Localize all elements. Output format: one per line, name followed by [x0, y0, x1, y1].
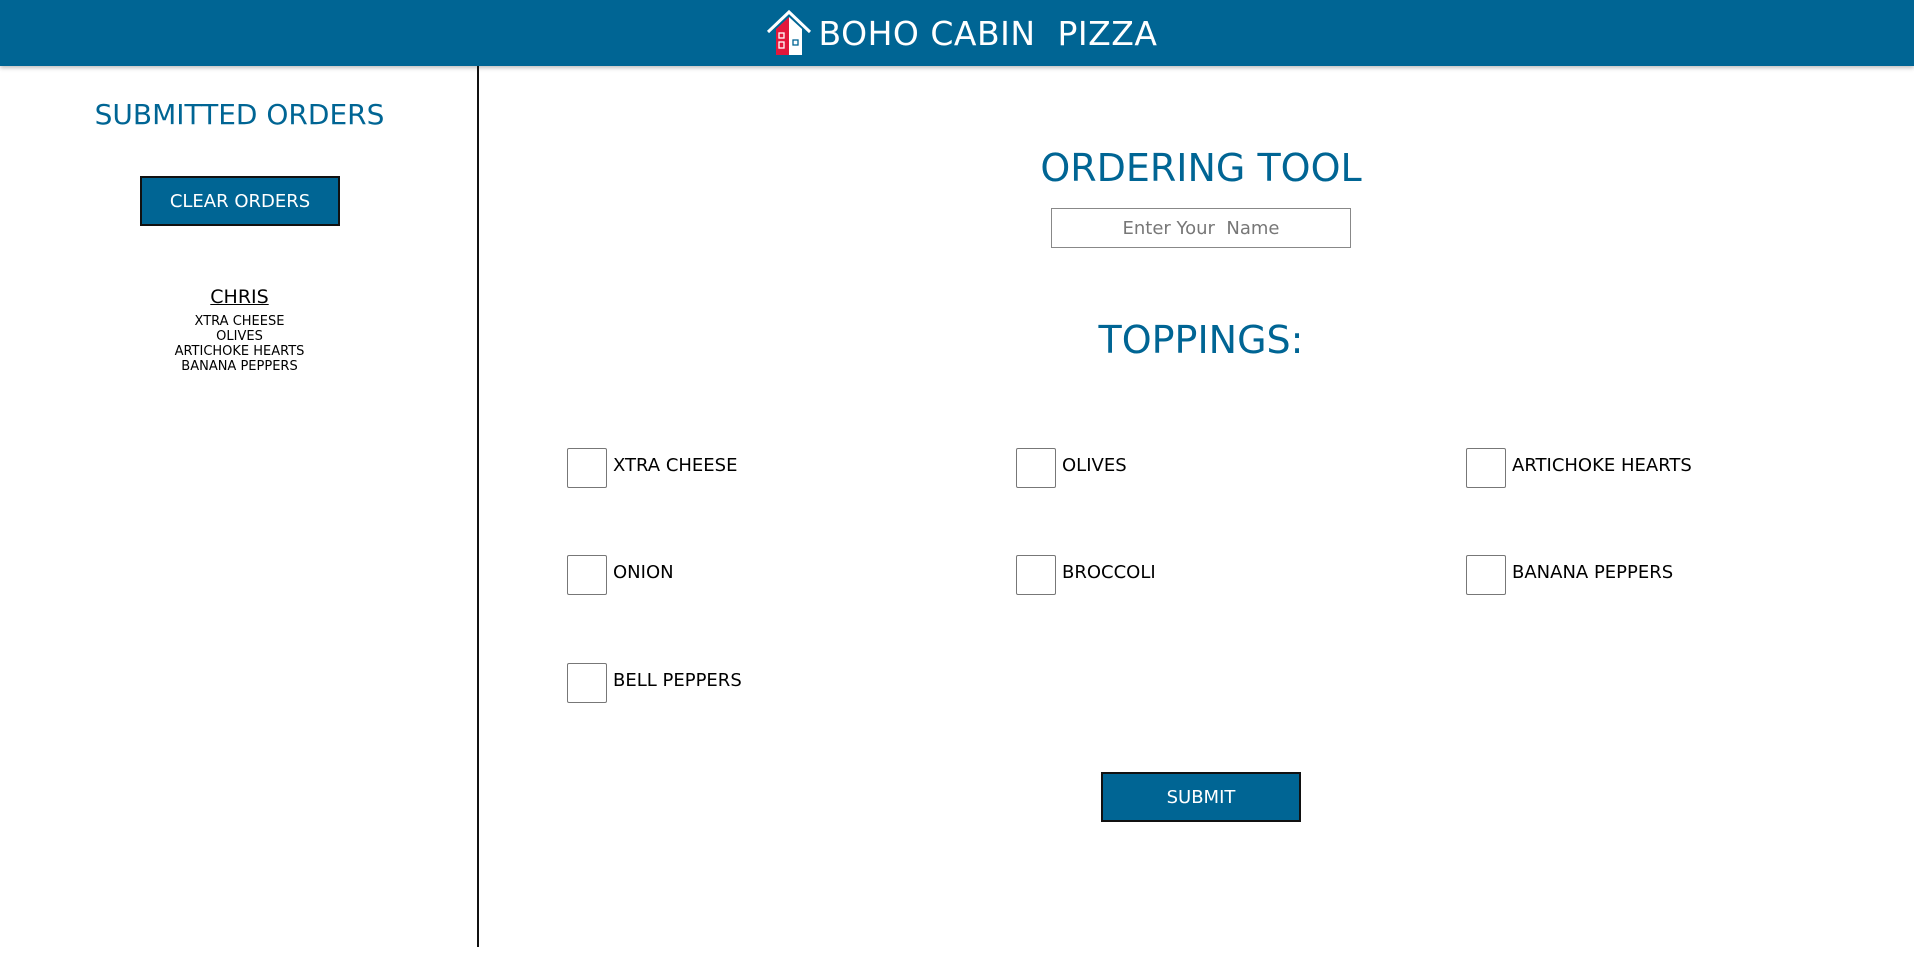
topping-label[interactable]: ARTICHOKE HEARTS — [1512, 455, 1692, 476]
topping-checkbox[interactable] — [1466, 555, 1506, 595]
topping-onion[interactable]: ONION — [567, 554, 674, 596]
topping-label[interactable]: BANANA PEPPERS — [1512, 562, 1673, 583]
submit-button[interactable]: SUBMIT — [1101, 772, 1301, 822]
app-header: BOHO CABIN PIZZA — [0, 0, 1914, 66]
topping-label[interactable]: BROCCOLI — [1062, 562, 1156, 583]
topping-xtra-cheese[interactable]: XTRA CHEESE — [567, 447, 737, 489]
order-topping: OLIVES — [216, 329, 263, 344]
topping-label[interactable]: BELL PEPPERS — [613, 670, 742, 691]
topping-artichoke-hearts[interactable]: ARTICHOKE HEARTS — [1466, 447, 1692, 489]
order-topping: XTRA CHEESE — [194, 314, 285, 329]
brand[interactable]: BOHO CABIN PIZZA — [765, 9, 1158, 57]
topping-checkbox[interactable] — [567, 663, 607, 703]
house-icon — [765, 9, 813, 57]
topping-checkbox[interactable] — [1466, 448, 1506, 488]
order-topping: ARTICHOKE HEARTS — [174, 344, 305, 359]
topping-checkbox[interactable] — [567, 448, 607, 488]
ordering-tool-title: ORDERING TOOL — [1040, 146, 1362, 190]
order-customer-name: CHRIS — [210, 286, 269, 308]
topping-label[interactable]: XTRA CHEESE — [613, 455, 737, 476]
clear-orders-button[interactable]: CLEAR ORDERS — [140, 176, 340, 226]
topping-bell-peppers[interactable]: BELL PEPPERS — [567, 662, 742, 704]
topping-label[interactable]: ONION — [613, 562, 674, 583]
topping-olives[interactable]: OLIVES — [1016, 447, 1127, 489]
toppings-title: TOPPINGS: — [1098, 318, 1304, 362]
ordering-tool-panel: ORDERING TOOL TOPPINGS: XTRA CHEESE OLIV… — [481, 66, 1914, 975]
order-list: CHRIS XTRA CHEESE OLIVES ARTICHOKE HEART… — [0, 286, 479, 374]
name-input[interactable] — [1051, 208, 1351, 248]
topping-checkbox[interactable] — [1016, 448, 1056, 488]
topping-checkbox[interactable] — [1016, 555, 1056, 595]
order-topping: BANANA PEPPERS — [181, 359, 298, 374]
topping-label[interactable]: OLIVES — [1062, 455, 1127, 476]
order-item: CHRIS XTRA CHEESE OLIVES ARTICHOKE HEART… — [0, 286, 479, 374]
topping-banana-peppers[interactable]: BANANA PEPPERS — [1466, 554, 1673, 596]
submitted-orders-title: SUBMITTED ORDERS — [94, 98, 385, 131]
topping-broccoli[interactable]: BROCCOLI — [1016, 554, 1156, 596]
app-title: BOHO CABIN PIZZA — [818, 13, 1158, 53]
submitted-orders-panel: SUBMITTED ORDERS CLEAR ORDERS CHRIS XTRA… — [0, 66, 479, 947]
topping-checkbox[interactable] — [567, 555, 607, 595]
